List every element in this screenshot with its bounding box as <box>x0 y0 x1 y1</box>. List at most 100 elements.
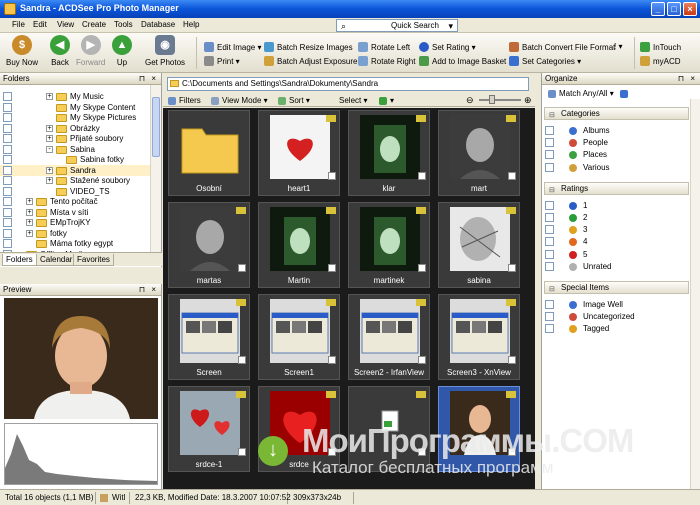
add-to-basket-button[interactable]: Add to Image Basket <box>419 56 506 66</box>
close-button[interactable]: × <box>683 2 697 16</box>
expand-toggle-icon[interactable]: + <box>46 124 53 132</box>
folder-tree-item[interactable]: + Místa v síti <box>0 207 150 218</box>
panel-pin-close-icon[interactable]: ⊓ × <box>139 73 158 85</box>
up-button[interactable]: ▲ Up <box>112 35 132 67</box>
folder-tree-scrollbar[interactable] <box>150 85 161 252</box>
back-button[interactable]: ◀ Back <box>50 35 70 67</box>
folder-checkbox[interactable] <box>3 155 12 164</box>
expand-toggle-icon[interactable]: + <box>46 135 53 142</box>
menu-database[interactable]: Database <box>141 20 175 29</box>
folder-tree-item[interactable]: My Skype Pictures <box>0 112 150 123</box>
folder-checkbox[interactable] <box>3 218 12 227</box>
zoom-out-icon[interactable]: ⊖ <box>466 95 474 106</box>
collapse-icon[interactable]: ⊟ <box>549 284 555 295</box>
thumbnail-item[interactable]: Screen2 - IrfanView <box>348 294 430 380</box>
folder-checkbox[interactable] <box>3 239 12 248</box>
thumbnail-checkbox[interactable] <box>328 356 336 364</box>
special-items-section-header[interactable]: ⊟ Special Items <box>544 281 689 294</box>
folder-checkbox[interactable] <box>3 207 12 217</box>
folder-checkbox[interactable] <box>3 92 12 101</box>
organize-checkbox[interactable] <box>545 300 554 309</box>
menu-help[interactable]: Help <box>183 20 199 29</box>
rating-item[interactable]: 4 <box>542 236 692 248</box>
rating-item[interactable]: Unrated <box>542 261 692 273</box>
category-item[interactable]: People <box>542 137 692 149</box>
organize-checkbox[interactable] <box>545 312 554 322</box>
folder-checkbox[interactable] <box>3 186 12 196</box>
ratings-section-header[interactable]: ⊟ Ratings <box>544 181 689 196</box>
thumbnail-item[interactable] <box>348 386 430 472</box>
folder-tree-item[interactable]: - Sabina <box>0 144 150 155</box>
scrollbar-thumb[interactable] <box>152 97 160 157</box>
tab-folders[interactable]: Folders <box>2 254 37 266</box>
organize-checkbox[interactable] <box>545 200 554 210</box>
folder-tree-item[interactable]: Máma fotky egypt <box>0 238 150 249</box>
thumbnail-item[interactable]: martinek <box>348 202 430 288</box>
folder-checkbox[interactable] <box>3 123 12 133</box>
thumbnail-item[interactable]: srdce <box>258 386 340 472</box>
thumbnail-checkbox[interactable] <box>508 448 516 456</box>
organize-checkbox[interactable] <box>545 225 554 235</box>
get-photos-button[interactable]: ◉ Get Photos <box>145 35 185 67</box>
organize-checkbox[interactable] <box>545 213 554 222</box>
thumbnail-checkbox[interactable] <box>328 172 336 180</box>
folder-tree-item[interactable]: + Sandra <box>0 164 150 176</box>
expand-toggle-icon[interactable]: + <box>26 198 33 205</box>
menu-file[interactable]: File <box>12 20 25 29</box>
thumbnail-item[interactable]: martas <box>168 202 250 288</box>
organize-scrollbar[interactable] <box>690 99 700 489</box>
thumbnail-checkbox[interactable] <box>238 356 246 364</box>
set-rating-button[interactable]: Set Rating ▾ <box>419 42 476 52</box>
batch-adjust-button[interactable]: Batch Adjust Exposure <box>264 56 358 66</box>
panel-pin-close-icon[interactable]: ⊓ × <box>139 284 158 296</box>
collapse-icon[interactable]: ⊟ <box>549 185 555 196</box>
thumbnail-checkbox[interactable] <box>418 356 426 364</box>
special-item[interactable]: Uncategorized <box>542 311 692 323</box>
folder-tree-item[interactable]: + fotky <box>0 228 150 239</box>
folder-tree-item[interactable]: VIDEO_TS <box>0 186 150 197</box>
folder-tree-item[interactable]: My Skype Content <box>0 102 150 113</box>
thumbnail-checkbox[interactable] <box>328 448 336 456</box>
folder-tree-item[interactable]: Sabina fotky <box>0 154 150 165</box>
rating-item[interactable]: 2 <box>542 212 692 224</box>
expand-toggle-icon[interactable]: + <box>46 166 53 174</box>
tab-calendar[interactable]: Calendar <box>36 254 77 266</box>
view-options-button[interactable]: ▾ <box>379 96 394 105</box>
folder-tree-item[interactable]: + Obrázky <box>0 123 150 134</box>
thumbnail-checkbox[interactable] <box>238 448 246 456</box>
edit-image-button[interactable]: Edit Image ▾ <box>204 42 262 52</box>
sort-button[interactable]: Sort ▾ <box>278 96 310 105</box>
category-item[interactable]: Places <box>542 149 692 161</box>
thumbnail-checkbox[interactable] <box>328 264 336 272</box>
filters-button[interactable]: Filters <box>168 96 201 105</box>
forward-button[interactable]: ▶ Forward <box>76 35 105 67</box>
thumbnail-item[interactable] <box>438 386 520 472</box>
expand-toggle-icon[interactable]: + <box>26 208 33 216</box>
menu-edit[interactable]: Edit <box>33 20 47 29</box>
set-categories-button[interactable]: Set Categories ▾ <box>509 56 581 66</box>
folder-checkbox[interactable] <box>3 113 12 122</box>
select-button[interactable]: Select ▾ <box>339 96 367 105</box>
zoom-in-icon[interactable]: ⊕ <box>524 95 532 106</box>
batch-resize-button[interactable]: Batch Resize Images <box>264 42 353 52</box>
path-field[interactable]: C:\Documents and Settings\Sandra\Dokumen… <box>167 77 529 91</box>
thumbnail-checkbox[interactable] <box>508 264 516 272</box>
buy-now-button[interactable]: $ Buy Now <box>6 35 38 67</box>
thumbnail-item[interactable]: Screen1 <box>258 294 340 380</box>
folder-checkbox[interactable] <box>3 165 12 175</box>
folder-checkbox[interactable] <box>3 134 12 143</box>
expand-toggle-icon[interactable]: + <box>26 229 33 237</box>
thumbnail-item[interactable]: heart1 <box>258 110 340 196</box>
organize-checkbox[interactable] <box>545 126 554 135</box>
rating-item[interactable]: 5 <box>542 249 692 261</box>
rating-item[interactable]: 3 <box>542 224 692 236</box>
view-mode-button[interactable]: View Mode ▾ <box>211 96 268 105</box>
folder-checkbox[interactable] <box>3 144 12 154</box>
folder-tree-item[interactable]: + Přijaté soubory <box>0 133 150 144</box>
rotate-left-button[interactable]: Rotate Left <box>358 42 410 52</box>
thumbnail-item[interactable]: srdce-1 <box>168 386 250 472</box>
quick-search-box[interactable]: ⌕ Quick Search ▾ <box>336 19 458 32</box>
folder-checkbox[interactable] <box>3 102 12 112</box>
thumbnail-item[interactable]: Screen3 - XnView <box>438 294 520 380</box>
zoom-slider-handle[interactable] <box>489 95 495 104</box>
